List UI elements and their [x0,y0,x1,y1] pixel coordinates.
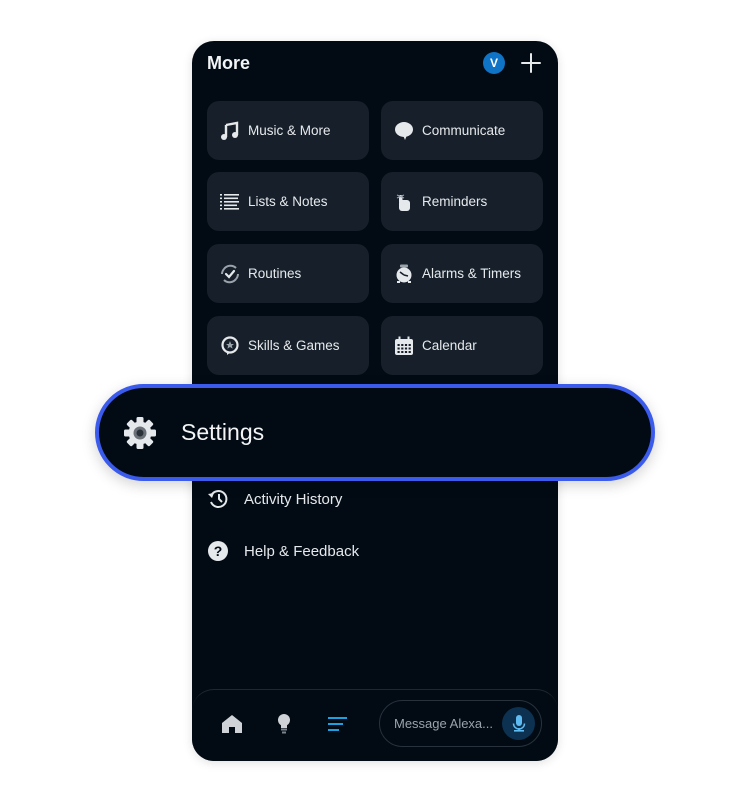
tile-music[interactable]: Music & More [207,101,369,160]
list-item-label: Help & Feedback [244,542,360,560]
tile-label: Skills & Games [248,338,340,353]
history-icon [207,488,229,510]
nav-more[interactable] [326,712,350,736]
message-placeholder: Message Alexa... [394,716,493,731]
nav-devices[interactable] [272,712,296,736]
page-title: More [207,53,251,73]
speech-bubble-icon [394,121,414,141]
star-bubble-icon [220,335,240,356]
tile-alarms[interactable]: Alarms & Timers [381,244,543,303]
finger-string-icon [394,192,414,212]
tile-label: Music & More [248,123,331,138]
list-item-help-feedback[interactable]: ? Help & Feedback [207,539,359,563]
list-icon [220,192,240,212]
lightbulb-icon [278,714,290,734]
tile-lists[interactable]: Lists & Notes [207,172,369,231]
tile-label: Lists & Notes [248,194,328,209]
mic-button[interactable] [502,707,535,740]
gear-icon [123,416,157,450]
home-icon [222,715,242,733]
nav-home[interactable] [220,712,244,736]
tile-label: Calendar [422,338,477,353]
tile-label: Communicate [422,123,506,138]
music-note-icon [220,121,240,141]
settings-item-highlighted[interactable]: Settings [95,384,655,481]
svg-text:?: ? [214,543,223,559]
tile-routines[interactable]: Routines [207,244,369,303]
bottom-bar: Message Alexa... [192,689,558,761]
plus-icon [521,53,541,73]
message-alexa-input[interactable]: Message Alexa... [379,700,542,747]
tile-communicate[interactable]: Communicate [381,101,543,160]
calendar-icon [394,336,414,356]
list-item-label: Activity History [244,490,343,508]
header: More V [192,41,558,87]
help-icon: ? [207,540,229,562]
menu-icon [328,717,347,731]
add-button[interactable] [520,52,542,74]
tile-calendar[interactable]: Calendar [381,316,543,375]
tile-skills[interactable]: Skills & Games [207,316,369,375]
tile-reminders[interactable]: Reminders [381,172,543,231]
tile-label: Reminders [422,194,488,209]
alarm-clock-icon [394,264,414,284]
avatar[interactable]: V [483,52,505,74]
list-item-activity-history[interactable]: Activity History [207,487,342,511]
settings-label: Settings [181,419,265,445]
routine-check-icon [220,264,240,284]
tile-label: Alarms & Timers [422,266,522,281]
microphone-icon [512,714,525,732]
tile-label: Routines [248,266,302,281]
